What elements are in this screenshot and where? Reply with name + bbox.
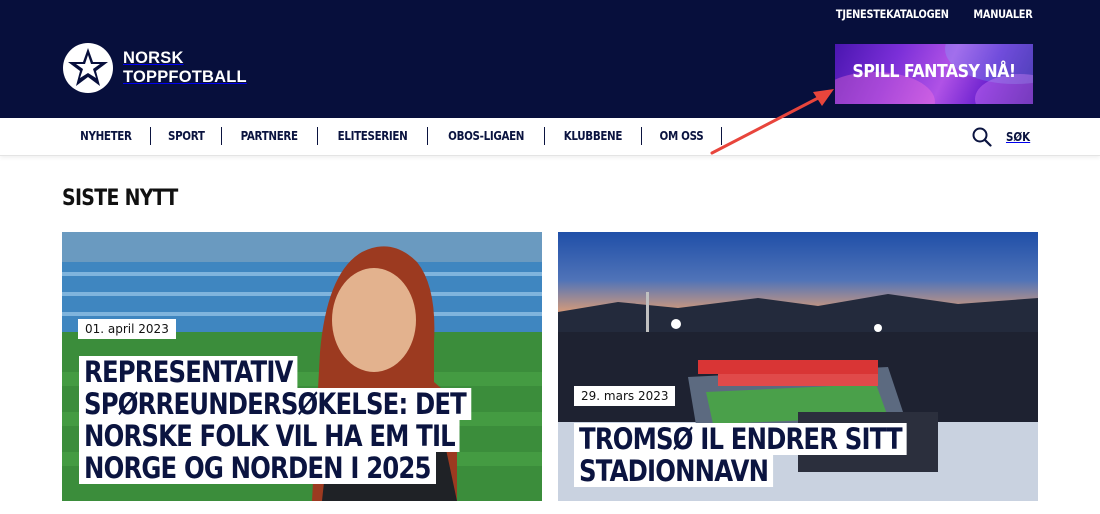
section-title: SISTE NYTT — [62, 186, 178, 211]
utility-link-tjenestekatalogen[interactable]: TJENESTEKATALOGEN — [836, 7, 949, 21]
site-logo[interactable]: NORSK TOPPFOTBALL — [62, 42, 247, 94]
nav-item-obos-ligaen[interactable]: OBOS-LIGAEN — [428, 127, 546, 145]
logo-line-2: TOPPFOTBALL — [123, 68, 247, 86]
nav-item-sport[interactable]: SPORT — [151, 127, 223, 145]
search-label: SØK — [1005, 130, 1031, 144]
article-headline: REPRESENTATIV SPØRREUNDERSØKELSE: DET NO… — [79, 356, 542, 484]
headline-line: TROMSØ IL ENDRER SITT — [574, 423, 907, 455]
logo-line-1: NORSK — [123, 49, 184, 67]
article-date: 29. mars 2023 — [574, 386, 676, 406]
article-card[interactable]: 01. april 2023 REPRESENTATIV SPØRREUNDER… — [62, 232, 542, 501]
headline-line: SPØRREUNDERSØKELSE: DET — [79, 388, 471, 420]
site-header: TJENESTEKATALOGEN MANUALER NORSK TOPPFOT… — [0, 0, 1100, 118]
article-card[interactable]: 29. mars 2023 TROMSØ IL ENDRER SITT STAD… — [558, 232, 1038, 501]
headline-line: STADIONNAVN — [574, 455, 774, 487]
nav-item-om-oss[interactable]: OM OSS — [642, 127, 722, 145]
utility-nav: TJENESTEKATALOGEN MANUALER — [816, 7, 1033, 21]
nav-label: NYHETER — [80, 129, 132, 143]
fantasy-banner[interactable]: SPILL FANTASY NÅ! — [835, 44, 1033, 104]
utility-link-manualer[interactable]: MANUALER — [973, 7, 1032, 21]
nav-item-nyheter[interactable]: NYHETER — [62, 127, 151, 145]
nav-item-partnere[interactable]: PARTNERE — [222, 127, 318, 145]
logo-text: NORSK TOPPFOTBALL — [123, 49, 247, 87]
headline-line: NORGE OG NORDEN I 2025 — [79, 452, 436, 484]
nav-item-eliteserien[interactable]: ELITESERIEN — [318, 127, 428, 145]
main-nav-bar: NYHETER SPORT PARTNERE ELITESERIEN OBOS-… — [0, 118, 1100, 156]
nav-label: SPORT — [167, 129, 205, 143]
star-logo-icon — [63, 43, 113, 93]
article-headline: TROMSØ IL ENDRER SITT STADIONNAVN — [574, 423, 970, 487]
search-button[interactable]: SØK — [972, 127, 1032, 147]
nav-label: OM OSS — [659, 129, 704, 143]
article-date: 01. april 2023 — [78, 319, 176, 339]
search-icon — [972, 127, 992, 147]
nav-item-klubbene[interactable]: KLUBBENE — [545, 127, 642, 145]
headline-line: NORSKE FOLK VIL HA EM TIL — [79, 420, 460, 452]
headline-line: REPRESENTATIV — [79, 356, 298, 388]
nav-label: ELITESERIEN — [337, 129, 408, 143]
fantasy-banner-label: SPILL FANTASY NÅ! — [852, 61, 1016, 82]
nav-label: KLUBBENE — [563, 129, 623, 143]
nav-label: PARTNERE — [240, 129, 299, 143]
main-nav: NYHETER SPORT PARTNERE ELITESERIEN OBOS-… — [62, 127, 722, 145]
nav-label: OBOS-LIGAEN — [447, 129, 524, 143]
